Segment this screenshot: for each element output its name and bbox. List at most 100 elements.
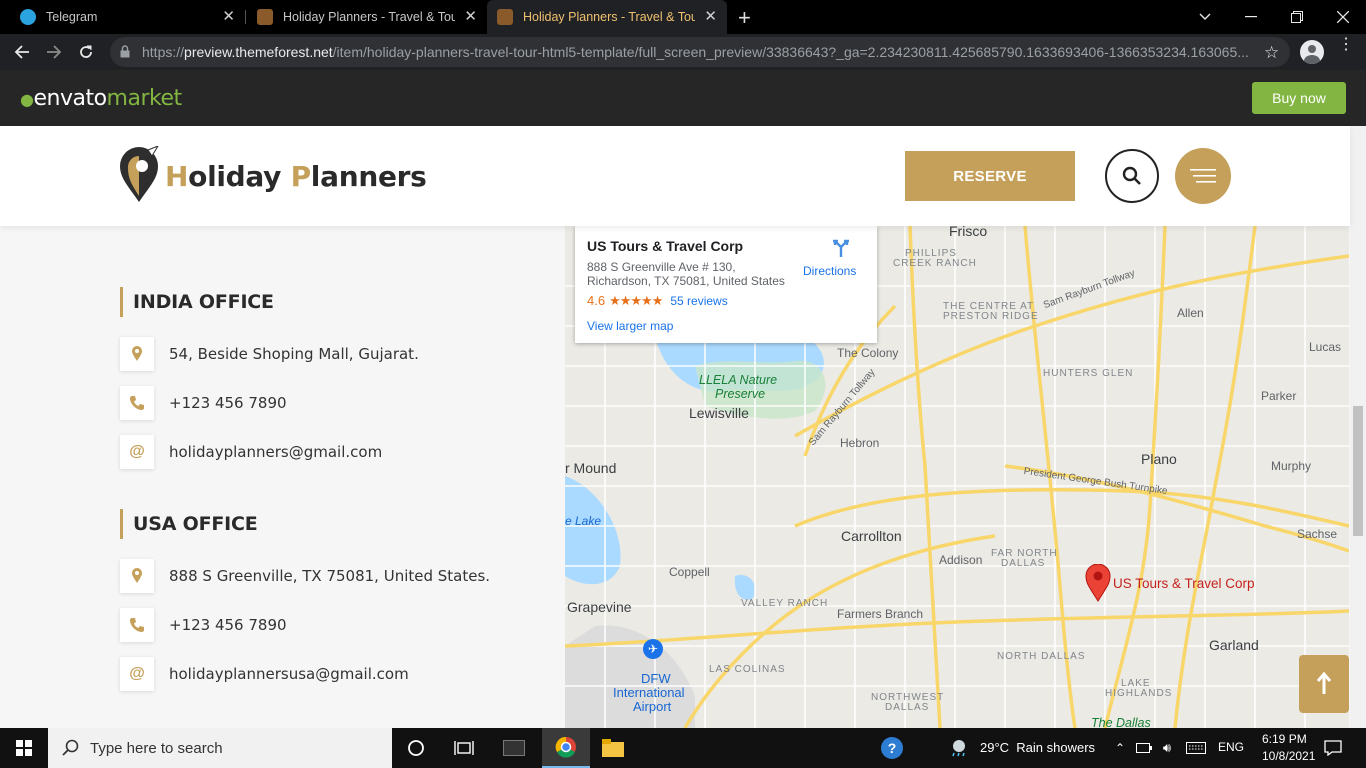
keyboard-icon[interactable] bbox=[1182, 728, 1210, 768]
tab-holiday-planners-1[interactable]: Holiday Planners - Travel & Tour ✕ bbox=[247, 0, 487, 34]
india-email[interactable]: holidayplanners@gmail.com bbox=[169, 443, 382, 461]
reload-icon[interactable] bbox=[74, 40, 98, 64]
map-label-carrollton: Carrollton bbox=[841, 528, 902, 544]
reserve-button[interactable]: RESERVE bbox=[905, 151, 1075, 201]
windows-taskbar: Type here to search ? 29°C Rain showers … bbox=[0, 728, 1366, 768]
volume-icon[interactable]: 🔊︎ bbox=[1156, 728, 1178, 768]
usa-email[interactable]: holidayplannersusa@gmail.com bbox=[169, 665, 409, 683]
map-label-sachse: Sachse bbox=[1297, 527, 1338, 541]
help-icon[interactable]: ? bbox=[876, 728, 908, 768]
map-label-coppell: Coppell bbox=[669, 565, 710, 579]
usa-email-row: @ holidayplannersusa@gmail.com bbox=[120, 657, 409, 691]
taskbar-search-box[interactable]: Type here to search bbox=[48, 728, 392, 768]
new-tab-icon[interactable]: + bbox=[738, 5, 751, 31]
notifications-icon[interactable] bbox=[1318, 728, 1348, 768]
url-scheme: https:// bbox=[142, 44, 185, 60]
weather-text[interactable]: 29°C Rain showers bbox=[980, 740, 1095, 755]
place-address-line-2: Richardson, TX 75081, United States bbox=[587, 274, 785, 288]
map-label-airport: Airport bbox=[633, 699, 672, 714]
tab-search-icon[interactable] bbox=[1182, 0, 1228, 34]
tab-telegram[interactable]: Telegram ✕ bbox=[0, 0, 245, 34]
site-logo-text[interactable]: Holiday Planners bbox=[165, 160, 427, 193]
scrollbar-thumb[interactable] bbox=[1353, 406, 1363, 536]
envato-market-logo[interactable]: ●envatomarket bbox=[20, 86, 182, 111]
page-scrollbar[interactable] bbox=[1350, 126, 1366, 728]
close-window-icon[interactable] bbox=[1320, 0, 1366, 34]
buy-now-button[interactable]: Buy now bbox=[1252, 82, 1346, 114]
clock-time[interactable]: 6:19 PM bbox=[1262, 732, 1307, 746]
tab-title: Telegram bbox=[46, 10, 98, 24]
site-header: Holiday Planners RESERVE bbox=[0, 126, 1350, 226]
map-pin-label: US Tours & Travel Corp bbox=[1113, 576, 1255, 591]
start-button[interactable] bbox=[0, 728, 48, 768]
chrome-icon[interactable] bbox=[542, 728, 590, 768]
browser-menu-icon[interactable]: ⋮ bbox=[1338, 37, 1354, 53]
map-label-the-colony: The Colony bbox=[837, 346, 899, 360]
lock-icon[interactable] bbox=[120, 45, 130, 63]
google-map[interactable]: Frisco PHILLIPS CREEK RANCH THE CENTRE A… bbox=[565, 226, 1349, 728]
menu-button[interactable] bbox=[1175, 148, 1231, 204]
bookmark-star-icon[interactable]: ☆ bbox=[1264, 43, 1279, 63]
scroll-to-top-button[interactable] bbox=[1299, 655, 1349, 713]
view-larger-map-link[interactable]: View larger map bbox=[587, 319, 673, 333]
forward-icon[interactable] bbox=[42, 40, 66, 64]
minimize-icon[interactable] bbox=[1228, 0, 1274, 34]
map-label-addison: Addison bbox=[939, 553, 983, 567]
map-label-the-dallas: The Dallas bbox=[1091, 716, 1151, 728]
india-address: 54, Beside Shoping Mall, Gujarat. bbox=[169, 345, 419, 363]
map-place-card: US Tours & Travel Corp 888 S Greenville … bbox=[575, 226, 877, 343]
india-phone[interactable]: +123 456 7890 bbox=[169, 394, 287, 412]
address-bar[interactable]: https://preview.themeforest.net/item/hol… bbox=[110, 37, 1290, 67]
map-label-nw-dallas: DALLAS bbox=[885, 702, 930, 713]
envato-preview-bar: ●envatomarket Buy now bbox=[0, 70, 1366, 126]
close-tab-icon[interactable]: ✕ bbox=[222, 9, 235, 25]
app-icon[interactable] bbox=[494, 728, 534, 768]
map-label-dallas: DALLAS bbox=[1001, 558, 1046, 569]
india-office-heading: INDIA OFFICE bbox=[120, 287, 274, 317]
usa-phone[interactable]: +123 456 7890 bbox=[169, 616, 287, 634]
map-label-lewisville: Lewisville bbox=[689, 405, 749, 421]
reviews-link[interactable]: 55 reviews bbox=[670, 294, 727, 308]
place-address: 888 S Greenville Ave # 130, Richardson, … bbox=[587, 260, 797, 288]
task-view-icon[interactable] bbox=[444, 728, 484, 768]
url-host: preview.themeforest.net bbox=[184, 44, 333, 60]
back-icon[interactable] bbox=[10, 40, 34, 64]
file-explorer-icon[interactable] bbox=[592, 728, 634, 768]
usa-phone-row: +123 456 7890 bbox=[120, 608, 287, 642]
directions-link[interactable]: Directions bbox=[803, 264, 856, 278]
browser-toolbar: https://preview.themeforest.net/item/hol… bbox=[0, 34, 1366, 70]
map-label-north-dallas: NORTH DALLAS bbox=[997, 651, 1086, 662]
search-button[interactable] bbox=[1105, 149, 1159, 203]
map-label-dfw: DFW bbox=[641, 671, 671, 686]
profile-avatar[interactable] bbox=[1300, 40, 1324, 64]
holiday-planners-logo-icon[interactable] bbox=[118, 144, 160, 209]
usa-address: 888 S Greenville, TX 75081, United State… bbox=[169, 567, 491, 585]
battery-icon[interactable] bbox=[1134, 728, 1154, 768]
restore-icon[interactable] bbox=[1274, 0, 1320, 34]
map-label-murphy: Murphy bbox=[1271, 459, 1312, 473]
clock-date[interactable]: 10/8/2021 bbox=[1262, 749, 1315, 763]
weather-rain-icon[interactable] bbox=[946, 728, 972, 768]
tab-title: Holiday Planners - Travel & Tour bbox=[283, 10, 455, 24]
search-icon bbox=[1122, 166, 1141, 185]
map-label-valley-ranch: VALLEY RANCH bbox=[741, 598, 829, 609]
place-rating: 4.6 bbox=[587, 293, 606, 308]
map-label-farmers-branch: Farmers Branch bbox=[837, 607, 924, 621]
map-label-parker: Parker bbox=[1261, 389, 1297, 403]
language-indicator[interactable]: ENG bbox=[1218, 740, 1244, 754]
close-tab-icon[interactable]: ✕ bbox=[704, 9, 717, 25]
phone-icon bbox=[120, 386, 154, 420]
usa-office-heading: USA OFFICE bbox=[120, 509, 258, 539]
map-label-preston-ridge: PRESTON RIDGE bbox=[943, 311, 1039, 322]
map-label-lake: e Lake bbox=[565, 514, 602, 528]
cortana-icon[interactable] bbox=[396, 728, 436, 768]
map-label-grapevine: Grapevine bbox=[567, 599, 632, 615]
close-tab-icon[interactable]: ✕ bbox=[464, 9, 477, 25]
chevron-up-icon[interactable]: ⌃ bbox=[1110, 728, 1130, 768]
tab-holiday-planners-2[interactable]: Holiday Planners - Travel & Tour ✕ bbox=[487, 0, 727, 34]
india-email-row: @ holidayplanners@gmail.com bbox=[120, 435, 382, 469]
logo-word-lanners: lanners bbox=[310, 160, 427, 193]
airport-icon: ✈ bbox=[643, 639, 663, 659]
map-label-allen: Allen bbox=[1177, 306, 1204, 320]
map-label-flower-mound: r Mound bbox=[565, 460, 617, 476]
